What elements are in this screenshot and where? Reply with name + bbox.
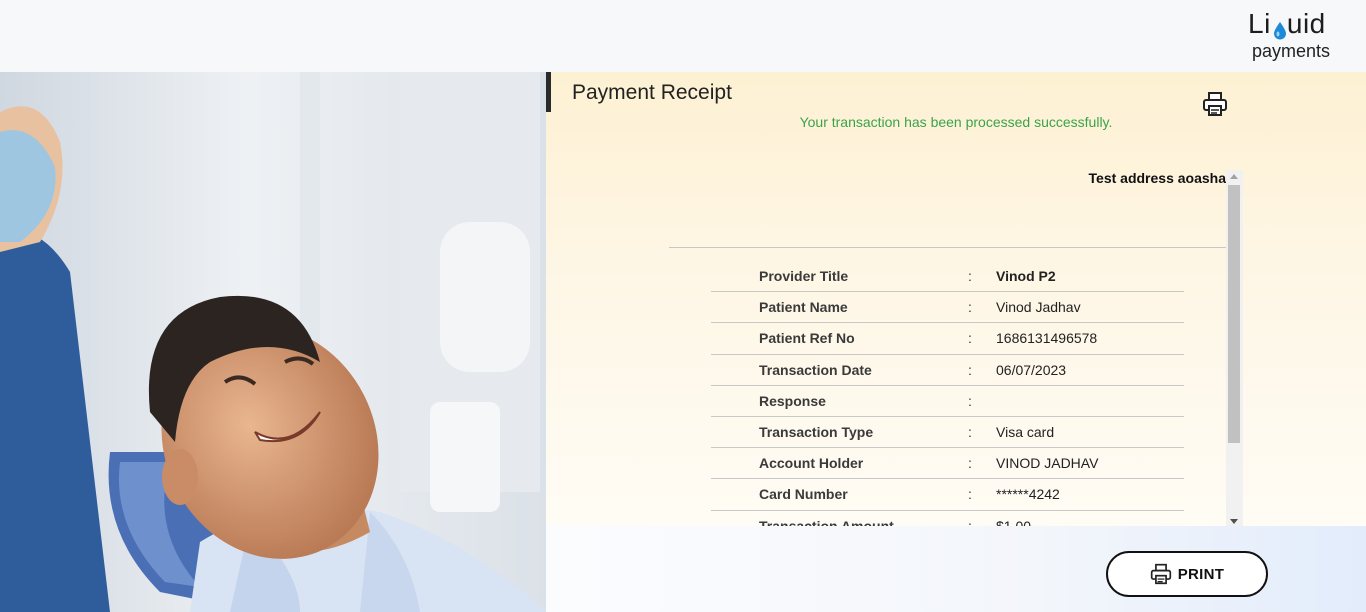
row-label: Account Holder (759, 455, 864, 472)
table-row: Transaction Amount : $1.00 (711, 511, 1184, 527)
row-label: Transaction Type (759, 423, 874, 440)
row-value: 06/07/2023 (996, 361, 1067, 378)
table-row: Patient Ref No : 1686131496578 (711, 323, 1184, 355)
row-value: VINOD JADHAV (996, 455, 1099, 472)
row-value: Vinod Jadhav (996, 299, 1081, 316)
row-colon: : (968, 330, 972, 347)
table-row: Response : (711, 386, 1184, 417)
row-colon: : (968, 455, 972, 472)
patient-illustration (0, 72, 546, 612)
row-value: Vinod P2 (996, 268, 1056, 284)
row-colon: : (968, 268, 972, 284)
row-label: Provider Title (759, 268, 849, 284)
table-row: Provider Title : Vinod P2 (711, 261, 1184, 293)
row-colon: : (968, 517, 972, 527)
provider-address: Test address aoasha (1088, 170, 1226, 186)
row-colon: : (968, 423, 972, 440)
water-drop-icon (1274, 22, 1286, 40)
printer-icon[interactable] (1202, 91, 1228, 117)
logo-subtext: payments (1252, 41, 1331, 61)
table-row: Card Number : ******4242 (711, 479, 1184, 511)
print-button-label: PRINT (1177, 565, 1225, 583)
row-label: Transaction Date (759, 361, 872, 378)
table-row: Account Holder : VINOD JADHAV (711, 448, 1184, 480)
print-button[interactable]: PRINT (1106, 551, 1268, 597)
row-colon: : (968, 299, 972, 316)
table-row: Patient Name : Vinod Jadhav (711, 292, 1184, 324)
scrollbar-thumb[interactable] (1228, 185, 1240, 443)
row-label: Patient Name (759, 299, 848, 316)
success-message: Your transaction has been processed succ… (546, 114, 1366, 130)
table-row: Transaction Date : 06/07/2023 (711, 355, 1184, 386)
row-value: 1686131496578 (996, 330, 1098, 347)
top-header: Liquid payments (0, 0, 1366, 72)
receipt-details-table: Provider Title : Vinod P2 Patient Name :… (711, 261, 1184, 526)
footer-actions: PRINT (546, 526, 1366, 612)
row-colon: : (968, 361, 972, 378)
payment-receipt-panel: Payment Receipt Your transaction has bee… (546, 72, 1366, 526)
scroll-down-arrow-icon[interactable] (1230, 519, 1238, 524)
scroll-up-arrow-icon[interactable] (1230, 174, 1238, 179)
success-message-text: Your transaction has been processed succ… (799, 114, 1113, 130)
title-accent-bar (546, 72, 551, 112)
hero-photo (0, 72, 546, 612)
row-value: Visa card (996, 423, 1055, 440)
printer-icon (1150, 563, 1171, 585)
row-label: Response (759, 392, 826, 409)
row-value: ******4242 (996, 486, 1060, 503)
liquid-payments-logo[interactable]: Liquid payments (1246, 8, 1346, 64)
vertical-scrollbar[interactable] (1226, 170, 1243, 526)
page-title: Payment Receipt (572, 81, 732, 104)
row-value: $1.00 (996, 517, 1032, 527)
table-row: Transaction Type : Visa card (711, 417, 1184, 449)
row-label: Transaction Amount (759, 517, 894, 527)
receipt-details-scroll[interactable]: Test address aoasha Provider Title : Vin… (669, 170, 1226, 526)
row-colon: : (968, 392, 972, 409)
row-colon: : (968, 486, 972, 503)
row-label: Patient Ref No (759, 330, 855, 347)
row-label: Card Number (759, 486, 848, 503)
divider (669, 247, 1226, 248)
